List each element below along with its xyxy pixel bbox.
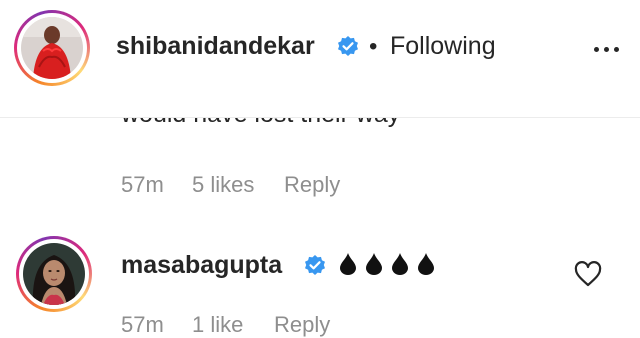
droplet-icon: [340, 253, 356, 275]
comment-reply-button[interactable]: Reply: [284, 172, 340, 198]
header-username[interactable]: shibanidandekar: [116, 32, 315, 61]
droplet-icon: [418, 253, 434, 275]
comment-reply-button[interactable]: Reply: [274, 312, 330, 338]
comment-time: 57m: [121, 172, 164, 197]
comment-likes-link[interactable]: 5 likes: [192, 172, 254, 198]
separator-dot: •: [369, 33, 378, 60]
more-options-icon[interactable]: [594, 47, 619, 52]
heart-outline-icon[interactable]: [574, 261, 602, 287]
comment-time: 57m: [121, 312, 164, 337]
droplet-icon: [392, 253, 408, 275]
comment-likes-link[interactable]: 1 like: [192, 312, 243, 338]
header-avatar[interactable]: [14, 10, 90, 86]
profile-photo-red-dress-icon: [21, 17, 83, 79]
profile-photo-portrait-icon: [23, 243, 85, 305]
comment-avatar[interactable]: [16, 236, 92, 312]
comment-text: [338, 252, 436, 276]
header-divider: [0, 117, 640, 118]
comment-username[interactable]: masabagupta: [121, 251, 282, 280]
droplet-icon: [366, 253, 382, 275]
verified-badge-icon: [338, 36, 358, 56]
following-button[interactable]: Following: [390, 32, 496, 61]
post-header: shibanidandekar • Following: [0, 0, 640, 118]
verified-badge-icon: [305, 255, 325, 275]
